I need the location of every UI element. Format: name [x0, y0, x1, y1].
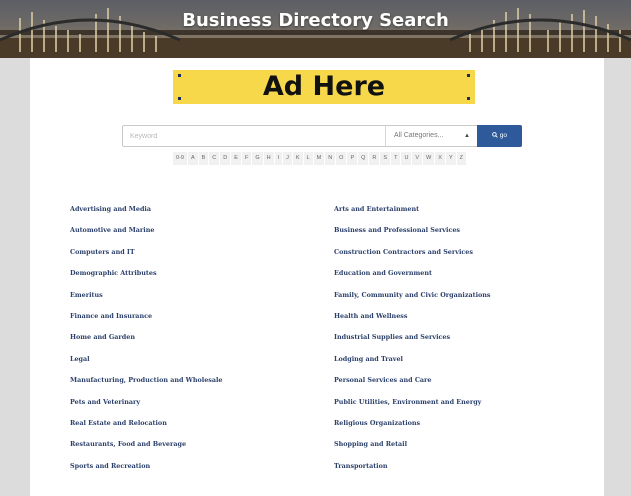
category-link[interactable]: Finance and Insurance [70, 311, 223, 332]
category-link[interactable]: Computers and IT [70, 247, 223, 268]
category-link[interactable]: Religious Organizations [334, 418, 491, 439]
category-link[interactable]: Legal [70, 354, 223, 375]
alphabet-link[interactable]: C [209, 152, 221, 165]
category-link[interactable]: Health and Wellness [334, 311, 491, 332]
category-column-right: Arts and Entertainment Business and Profe… [334, 204, 491, 482]
category-link[interactable]: Arts and Entertainment [334, 204, 491, 225]
alphabet-link[interactable]: O [336, 152, 348, 165]
category-link[interactable]: Real Estate and Relocation [70, 418, 223, 439]
alphabet-link[interactable]: W [423, 152, 436, 165]
corner-mark [467, 74, 470, 77]
alphabet-link[interactable]: G [252, 152, 264, 165]
alphabet-link[interactable]: B [198, 152, 210, 165]
category-select[interactable]: All Categories... ▲︎ [385, 126, 477, 146]
category-link[interactable]: Advertising and Media [70, 204, 223, 225]
category-link[interactable]: Family, Community and Civic Organization… [334, 290, 491, 311]
category-link[interactable]: Sports and Recreation [70, 461, 223, 482]
go-button[interactable]: go [477, 125, 522, 147]
alphabet-link[interactable]: X [435, 152, 446, 165]
category-link[interactable]: Home and Garden [70, 332, 223, 353]
alphabet-link[interactable]: K [292, 152, 304, 165]
category-column-left: Advertising and Media Automotive and Mari… [70, 204, 223, 482]
alphabet-link[interactable]: 0-9 [173, 152, 188, 165]
alphabet-link[interactable]: P [347, 152, 359, 165]
alphabet-link[interactable]: I [274, 152, 284, 165]
alphabet-link[interactable]: D [220, 152, 232, 165]
corner-mark [467, 97, 470, 100]
category-link[interactable]: Construction Contractors and Services [334, 247, 491, 268]
alphabet-link[interactable]: V [412, 152, 424, 165]
alphabet-link[interactable]: Z [456, 152, 468, 165]
alphabet-link[interactable]: T [391, 152, 402, 165]
alphabet-link[interactable]: M [313, 152, 326, 165]
category-link[interactable]: Pets and Veterinary [70, 397, 223, 418]
category-link[interactable]: Shopping and Retail [334, 439, 491, 460]
category-select-value: All Categories... [394, 132, 444, 139]
go-label: go [499, 132, 508, 139]
keyword-input[interactable] [123, 126, 385, 146]
content-panel: Ad Here All Categories... ▲︎ go 0-9ABCDE… [30, 58, 604, 496]
category-link[interactable]: Emeritus [70, 290, 223, 311]
category-link[interactable]: Transportation [334, 461, 491, 482]
corner-mark [178, 74, 181, 77]
page-title: Business Directory Search [182, 10, 449, 31]
category-link[interactable]: Demographic Attributes [70, 268, 223, 289]
category-link[interactable]: Business and Professional Services [334, 225, 491, 246]
chevron-down-icon: ▲︎ [464, 133, 470, 139]
alphabet-filter: 0-9 A B C D E F G H I J K L M N O P Q R S T U V W X Y Z [173, 152, 468, 165]
corner-mark [178, 97, 181, 100]
alphabet-link[interactable]: S [380, 152, 392, 165]
header-banner: Business Directory Search [0, 0, 631, 58]
category-link[interactable]: Education and Government [334, 268, 491, 289]
alphabet-link[interactable]: F [241, 152, 253, 165]
alphabet-link[interactable]: L [303, 152, 314, 165]
alphabet-link[interactable]: A [187, 152, 199, 165]
alphabet-link[interactable]: U [401, 152, 413, 165]
alphabet-link[interactable]: N [325, 152, 337, 165]
search-bar: All Categories... ▲︎ go [122, 125, 522, 147]
alphabet-link[interactable]: Q [358, 152, 370, 165]
category-link[interactable]: Restaurants, Food and Beverage [70, 439, 223, 460]
category-link[interactable]: Personal Services and Care [334, 375, 491, 396]
category-link[interactable]: Manufacturing, Production and Wholesale [70, 375, 223, 396]
category-link[interactable]: Automotive and Marine [70, 225, 223, 246]
alphabet-link[interactable]: J [283, 152, 293, 165]
alphabet-link[interactable]: E [231, 152, 242, 165]
ad-banner[interactable]: Ad Here [173, 70, 475, 104]
alphabet-link[interactable]: Y [445, 152, 457, 165]
search-icon [492, 132, 498, 138]
category-link[interactable]: Industrial Supplies and Services [334, 332, 491, 353]
alphabet-link[interactable]: H [263, 152, 275, 165]
category-link[interactable]: Lodging and Travel [334, 354, 491, 375]
ad-label: Ad Here [262, 71, 386, 102]
alphabet-link[interactable]: R [369, 152, 381, 165]
category-link[interactable]: Public Utilities, Environment and Energy [334, 397, 491, 418]
